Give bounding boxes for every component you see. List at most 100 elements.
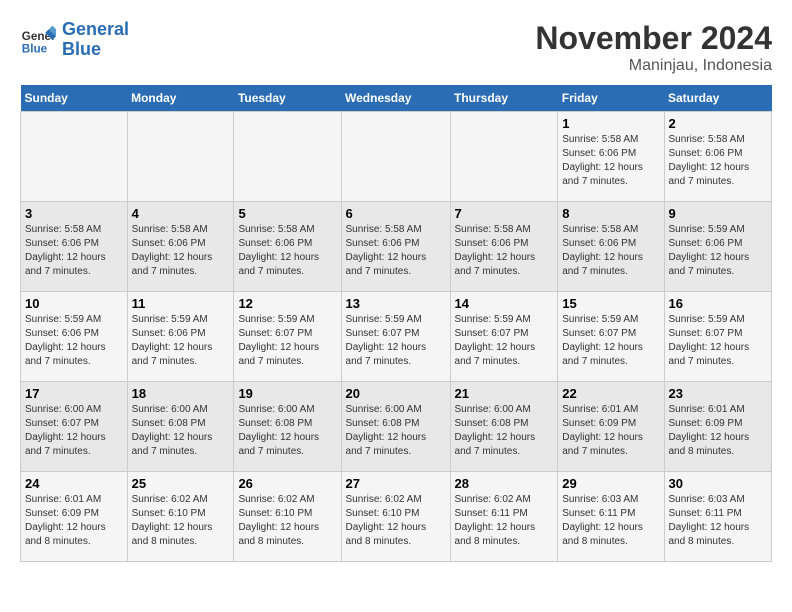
day-info: Sunrise: 5:59 AM Sunset: 6:07 PM Dayligh…: [346, 313, 446, 369]
day-number: 9: [669, 206, 768, 221]
header-day: Sunday: [21, 85, 128, 112]
calendar-cell: 17Sunrise: 6:00 AM Sunset: 6:07 PM Dayli…: [21, 382, 128, 472]
header-day: Monday: [127, 85, 234, 112]
calendar-cell: 22 Sunrise: 6:01 AM Sunset: 6:09 PM Dayli…: [558, 382, 664, 472]
day-number: 4: [132, 206, 230, 221]
day-info: Sunrise: 6:00 AM Sunset: 6:08 PM Dayligh…: [238, 403, 336, 459]
calendar-week: 10 Sunrise: 5:59 AM Sunset: 6:06 PM Dayli…: [21, 292, 772, 382]
day-info: Sunrise: 5:59 AM Sunset: 6:06 PM Dayligh…: [132, 313, 230, 369]
calendar-cell: 10 Sunrise: 5:59 AM Sunset: 6:06 PM Dayli…: [21, 292, 128, 382]
day-number: 23: [669, 386, 768, 401]
day-info: Sunrise: 6:01 AM Sunset: 6:09 PM Dayligh…: [25, 493, 123, 549]
calendar-cell: 4 Sunrise: 5:58 AM Sunset: 6:06 PM Daylig…: [127, 202, 234, 292]
day-info: Sunrise: 5:58 AM Sunset: 6:06 PM Dayligh…: [562, 223, 659, 279]
calendar-cell: 14 Sunrise: 5:59 AM Sunset: 6:07 PM Dayli…: [450, 292, 558, 382]
calendar-cell: [21, 112, 128, 202]
logo-icon: General Blue: [20, 22, 56, 58]
day-info: Sunrise: 6:03 AM Sunset: 6:11 PM Dayligh…: [562, 493, 659, 549]
calendar-table: SundayMondayTuesdayWednesdayThursdayFrid…: [20, 85, 772, 562]
day-info: Sunrise: 6:01 AM Sunset: 6:09 PM Dayligh…: [562, 403, 659, 459]
day-number: 20: [346, 386, 446, 401]
calendar-cell: 6 Sunrise: 5:58 AM Sunset: 6:06 PM Daylig…: [341, 202, 450, 292]
calendar-cell: [127, 112, 234, 202]
day-info: Sunrise: 6:00 AM Sunset: 6:08 PM Dayligh…: [346, 403, 446, 459]
day-info: Sunrise: 5:58 AM Sunset: 6:06 PM Dayligh…: [238, 223, 336, 279]
day-number: 17: [25, 386, 123, 401]
day-number: 6: [346, 206, 446, 221]
calendar-cell: 15 Sunrise: 5:59 AM Sunset: 6:07 PM Dayli…: [558, 292, 664, 382]
calendar-cell: 8 Sunrise: 5:58 AM Sunset: 6:06 PM Daylig…: [558, 202, 664, 292]
calendar-cell: [341, 112, 450, 202]
day-number: 18: [132, 386, 230, 401]
calendar-cell: 7Sunrise: 5:58 AM Sunset: 6:06 PM Daylig…: [450, 202, 558, 292]
calendar-week: 24Sunrise: 6:01 AM Sunset: 6:09 PM Dayli…: [21, 472, 772, 562]
day-info: Sunrise: 5:58 AM Sunset: 6:06 PM Dayligh…: [132, 223, 230, 279]
calendar-cell: 11 Sunrise: 5:59 AM Sunset: 6:06 PM Dayli…: [127, 292, 234, 382]
header-day: Thursday: [450, 85, 558, 112]
calendar-week: 1 Sunrise: 5:58 AM Sunset: 6:06 PM Daylig…: [21, 112, 772, 202]
calendar-cell: 2 Sunrise: 5:58 AM Sunset: 6:06 PM Daylig…: [664, 112, 772, 202]
header-day: Wednesday: [341, 85, 450, 112]
calendar-cell: 5Sunrise: 5:58 AM Sunset: 6:06 PM Daylig…: [234, 202, 341, 292]
month-title: November 2024: [535, 20, 772, 57]
day-info: Sunrise: 6:00 AM Sunset: 6:08 PM Dayligh…: [132, 403, 230, 459]
calendar-week: 17Sunrise: 6:00 AM Sunset: 6:07 PM Dayli…: [21, 382, 772, 472]
day-number: 25: [132, 476, 230, 491]
calendar-cell: 23 Sunrise: 6:01 AM Sunset: 6:09 PM Dayli…: [664, 382, 772, 472]
calendar-week: 3Sunrise: 5:58 AM Sunset: 6:06 PM Daylig…: [21, 202, 772, 292]
day-number: 11: [132, 296, 230, 311]
header-day: Friday: [558, 85, 664, 112]
header: General Blue GeneralBlue November 2024 M…: [20, 20, 772, 75]
day-info: Sunrise: 5:58 AM Sunset: 6:06 PM Dayligh…: [562, 133, 659, 189]
calendar-cell: 30 Sunrise: 6:03 AM Sunset: 6:11 PM Dayli…: [664, 472, 772, 562]
day-info: Sunrise: 6:02 AM Sunset: 6:11 PM Dayligh…: [455, 493, 554, 549]
day-info: Sunrise: 5:59 AM Sunset: 6:07 PM Dayligh…: [669, 313, 768, 369]
day-number: 12: [238, 296, 336, 311]
day-info: Sunrise: 5:58 AM Sunset: 6:06 PM Dayligh…: [669, 133, 768, 189]
day-info: Sunrise: 5:59 AM Sunset: 6:06 PM Dayligh…: [669, 223, 768, 279]
header-day: Saturday: [664, 85, 772, 112]
day-number: 8: [562, 206, 659, 221]
calendar-cell: 13 Sunrise: 5:59 AM Sunset: 6:07 PM Dayli…: [341, 292, 450, 382]
day-number: 10: [25, 296, 123, 311]
day-number: 16: [669, 296, 768, 311]
day-number: 19: [238, 386, 336, 401]
calendar-cell: 1 Sunrise: 5:58 AM Sunset: 6:06 PM Daylig…: [558, 112, 664, 202]
calendar-cell: 9 Sunrise: 5:59 AM Sunset: 6:06 PM Daylig…: [664, 202, 772, 292]
calendar-cell: 25 Sunrise: 6:02 AM Sunset: 6:10 PM Dayli…: [127, 472, 234, 562]
calendar-cell: 3Sunrise: 5:58 AM Sunset: 6:06 PM Daylig…: [21, 202, 128, 292]
day-info: Sunrise: 5:58 AM Sunset: 6:06 PM Dayligh…: [455, 223, 554, 279]
day-info: Sunrise: 5:59 AM Sunset: 6:06 PM Dayligh…: [25, 313, 123, 369]
calendar-cell: 28 Sunrise: 6:02 AM Sunset: 6:11 PM Dayli…: [450, 472, 558, 562]
calendar-cell: 24Sunrise: 6:01 AM Sunset: 6:09 PM Dayli…: [21, 472, 128, 562]
day-number: 13: [346, 296, 446, 311]
header-row: SundayMondayTuesdayWednesdayThursdayFrid…: [21, 85, 772, 112]
day-info: Sunrise: 6:00 AM Sunset: 6:08 PM Dayligh…: [455, 403, 554, 459]
day-number: 14: [455, 296, 554, 311]
day-info: Sunrise: 6:01 AM Sunset: 6:09 PM Dayligh…: [669, 403, 768, 459]
day-info: Sunrise: 6:02 AM Sunset: 6:10 PM Dayligh…: [132, 493, 230, 549]
calendar-cell: 21 Sunrise: 6:00 AM Sunset: 6:08 PM Dayli…: [450, 382, 558, 472]
day-number: 30: [669, 476, 768, 491]
calendar-cell: 16 Sunrise: 5:59 AM Sunset: 6:07 PM Dayli…: [664, 292, 772, 382]
day-info: Sunrise: 5:58 AM Sunset: 6:06 PM Dayligh…: [346, 223, 446, 279]
day-info: Sunrise: 5:59 AM Sunset: 6:07 PM Dayligh…: [455, 313, 554, 369]
title-area: November 2024 Maninjau, Indonesia: [535, 20, 772, 75]
day-number: 15: [562, 296, 659, 311]
day-info: Sunrise: 5:58 AM Sunset: 6:06 PM Dayligh…: [25, 223, 123, 279]
calendar-cell: 20 Sunrise: 6:00 AM Sunset: 6:08 PM Dayli…: [341, 382, 450, 472]
day-info: Sunrise: 6:02 AM Sunset: 6:10 PM Dayligh…: [346, 493, 446, 549]
calendar-cell: 18 Sunrise: 6:00 AM Sunset: 6:08 PM Dayli…: [127, 382, 234, 472]
calendar-cell: 29 Sunrise: 6:03 AM Sunset: 6:11 PM Dayli…: [558, 472, 664, 562]
day-number: 29: [562, 476, 659, 491]
day-number: 28: [455, 476, 554, 491]
day-number: 2: [669, 116, 768, 131]
location: Maninjau, Indonesia: [535, 57, 772, 75]
day-number: 22: [562, 386, 659, 401]
logo: General Blue GeneralBlue: [20, 20, 129, 60]
day-info: Sunrise: 6:03 AM Sunset: 6:11 PM Dayligh…: [669, 493, 768, 549]
calendar-cell: [450, 112, 558, 202]
day-info: Sunrise: 5:59 AM Sunset: 6:07 PM Dayligh…: [562, 313, 659, 369]
day-number: 1: [562, 116, 659, 131]
day-number: 21: [455, 386, 554, 401]
